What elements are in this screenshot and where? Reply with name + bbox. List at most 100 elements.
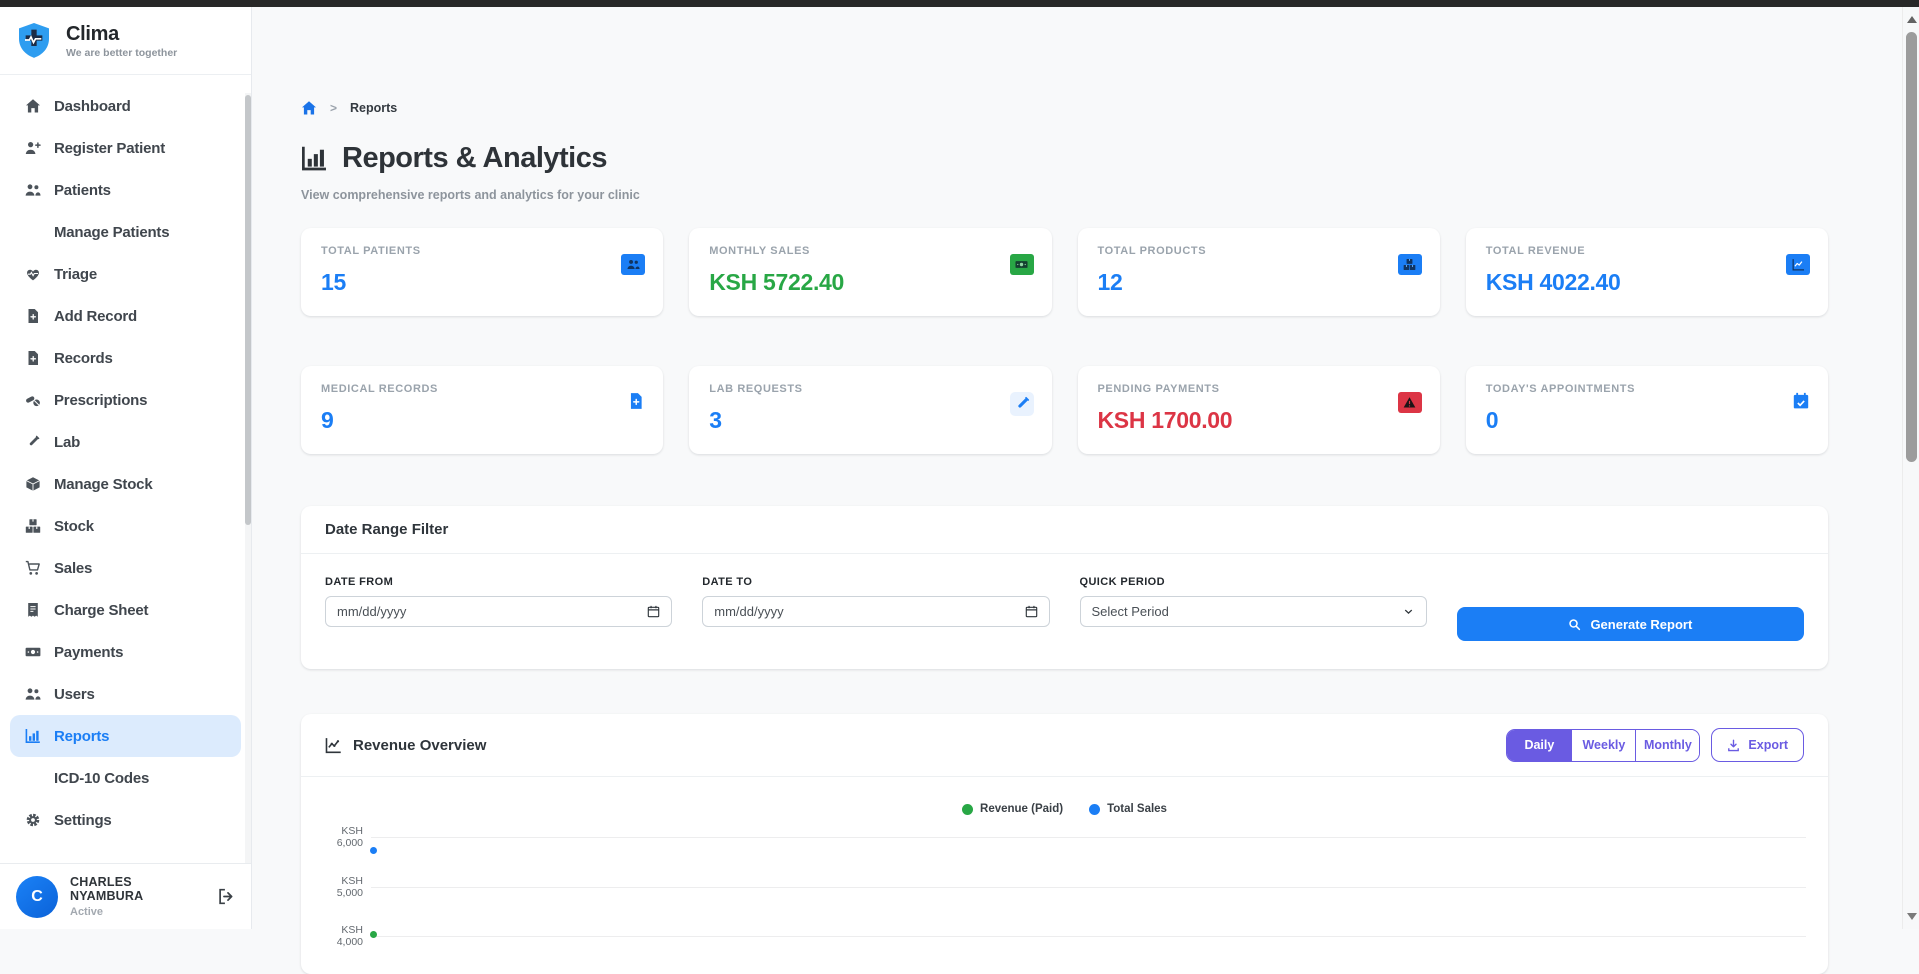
vial-icon [1010,392,1034,416]
scrollbar-thumb[interactable] [1906,32,1917,462]
y-tick-4000: KSH 4,000 [317,924,363,948]
chart-bar-icon [301,145,328,172]
date-to-label: DATE TO [702,576,1049,588]
sidebar-item-triage[interactable]: Triage [0,253,251,295]
legend-revenue-paid[interactable]: Revenue (Paid) [962,803,1063,815]
stat-card-pending-payments: PENDING PAYMENTS KSH 1700.00 [1078,366,1440,454]
date-from-label: DATE FROM [325,576,672,588]
gear-icon [24,812,41,829]
sidebar-item-add-record[interactable]: Add Record [0,295,251,337]
filter-body: DATE FROM mm/dd/yyyy DATE TO mm/dd/yyyy … [301,554,1828,669]
sidebar-item-stock[interactable]: Stock [0,505,251,547]
heart-pulse-icon [24,266,41,283]
user-name: CHARLES NYAMBURA [70,875,206,903]
sidebar-item-reports[interactable]: Reports [10,715,241,757]
legend-dot-green [962,804,973,815]
revenue-chart: Revenue (Paid) Total Sales KSH 6,000 KSH… [301,803,1828,952]
date-to-field: DATE TO mm/dd/yyyy [702,576,1049,641]
data-point-total-sales[interactable] [370,847,377,854]
range-daily-button[interactable]: Daily [1507,730,1571,761]
receipt-icon [24,602,41,619]
users-icon [621,254,645,275]
range-button-group: Daily Weekly Monthly [1506,729,1700,762]
stat-card-monthly-sales: MONTHLY SALES KSH 5722.40 [689,228,1051,316]
logout-icon[interactable] [218,888,235,905]
search-icon [1568,618,1581,631]
page-title: Reports & Analytics [301,142,1828,175]
revenue-actions: Daily Weekly Monthly Export [1506,728,1804,762]
date-range-filter-panel: Date Range Filter DATE FROM mm/dd/yyyy D… [301,506,1828,669]
data-point-revenue-paid[interactable] [370,931,377,938]
y-tick-5000: KSH 5,000 [317,875,363,899]
chevron-down-icon [1402,605,1415,618]
file-medical-icon [627,392,645,410]
user-status: Active [70,906,206,918]
home-icon[interactable] [301,100,317,116]
sidebar-item-settings[interactable]: Settings [0,799,251,841]
browser-scrollbar[interactable] [1902,7,1919,929]
sidebar-item-lab[interactable]: Lab [0,421,251,463]
calendar-check-icon [1792,392,1810,410]
revenue-title: Revenue Overview [325,737,486,754]
money-bill-icon [24,644,41,661]
stats-row-2: MEDICAL RECORDS 9 LAB REQUESTS 3 PENDING… [301,366,1828,454]
export-button[interactable]: Export [1711,728,1804,762]
file-plus-icon [24,350,41,367]
scrollbar-up-arrow[interactable] [1907,16,1917,23]
calendar-icon [1025,605,1038,618]
cart-icon [24,560,41,577]
users-icon [24,686,41,703]
date-to-input[interactable]: mm/dd/yyyy [702,596,1049,627]
generate-report-button[interactable]: Generate Report [1457,607,1804,641]
chart-line-icon [1786,254,1810,275]
sidebar-item-manage-patients[interactable]: Manage Patients [0,211,251,253]
money-bill-icon [1010,254,1034,275]
quick-period-label: QUICK PERIOD [1080,576,1427,588]
filter-panel-title: Date Range Filter [301,506,1828,554]
stat-card-medical-records: MEDICAL RECORDS 9 [301,366,663,454]
sidebar-menu: Dashboard Register Patient Patients Mana… [0,75,251,841]
sidebar-user: C CHARLES NYAMBURA Active [0,863,251,929]
stat-card-total-patients: TOTAL PATIENTS 15 [301,228,663,316]
sidebar-scrollbar[interactable] [245,93,251,929]
range-weekly-button[interactable]: Weekly [1571,730,1635,761]
avatar: C [16,876,58,918]
date-from-input[interactable]: mm/dd/yyyy [325,596,672,627]
sidebar-item-sales[interactable]: Sales [0,547,251,589]
warning-triangle-icon [1398,392,1422,413]
sidebar-item-records[interactable]: Records [0,337,251,379]
brand-name: Clima [66,23,177,45]
boxes-icon [1398,254,1422,275]
sidebar-item-users[interactable]: Users [0,673,251,715]
breadcrumb: > Reports [301,100,1828,116]
sidebar-item-charge-sheet[interactable]: Charge Sheet [0,589,251,631]
sidebar-item-icd10-codes[interactable]: ICD-10 Codes [0,757,251,799]
quick-period-field: QUICK PERIOD Select Period [1080,576,1427,641]
boxes-icon [24,518,41,535]
stat-card-lab-requests: LAB REQUESTS 3 [689,366,1051,454]
legend-total-sales[interactable]: Total Sales [1089,803,1167,815]
sidebar-item-payments[interactable]: Payments [0,631,251,673]
generate-report-field: Generate Report [1457,576,1804,641]
scrollbar-down-arrow[interactable] [1907,913,1917,920]
sidebar-item-dashboard[interactable]: Dashboard [0,85,251,127]
revenue-header: Revenue Overview Daily Weekly Monthly Ex… [301,714,1828,777]
window-top-strip [0,0,1919,7]
file-plus-icon [24,308,41,325]
stat-card-todays-appointments: TODAY'S APPOINTMENTS 0 [1466,366,1828,454]
brand: Clima We are better together [0,7,251,75]
brand-tagline: We are better together [66,47,177,59]
chart-line-icon [325,737,342,754]
sidebar-item-prescriptions[interactable]: Prescriptions [0,379,251,421]
stat-card-total-products: TOTAL PRODUCTS 12 [1078,228,1440,316]
range-monthly-button[interactable]: Monthly [1635,730,1699,761]
download-icon [1727,739,1740,752]
home-icon [24,98,41,115]
page-subtitle: View comprehensive reports and analytics… [301,188,1828,202]
sidebar-item-manage-stock[interactable]: Manage Stock [0,463,251,505]
sidebar-item-register-patient[interactable]: Register Patient [0,127,251,169]
quick-period-select[interactable]: Select Period [1080,596,1427,627]
sidebar-item-patients[interactable]: Patients [0,169,251,211]
gridline-4000 [371,936,1806,937]
date-from-field: DATE FROM mm/dd/yyyy [325,576,672,641]
